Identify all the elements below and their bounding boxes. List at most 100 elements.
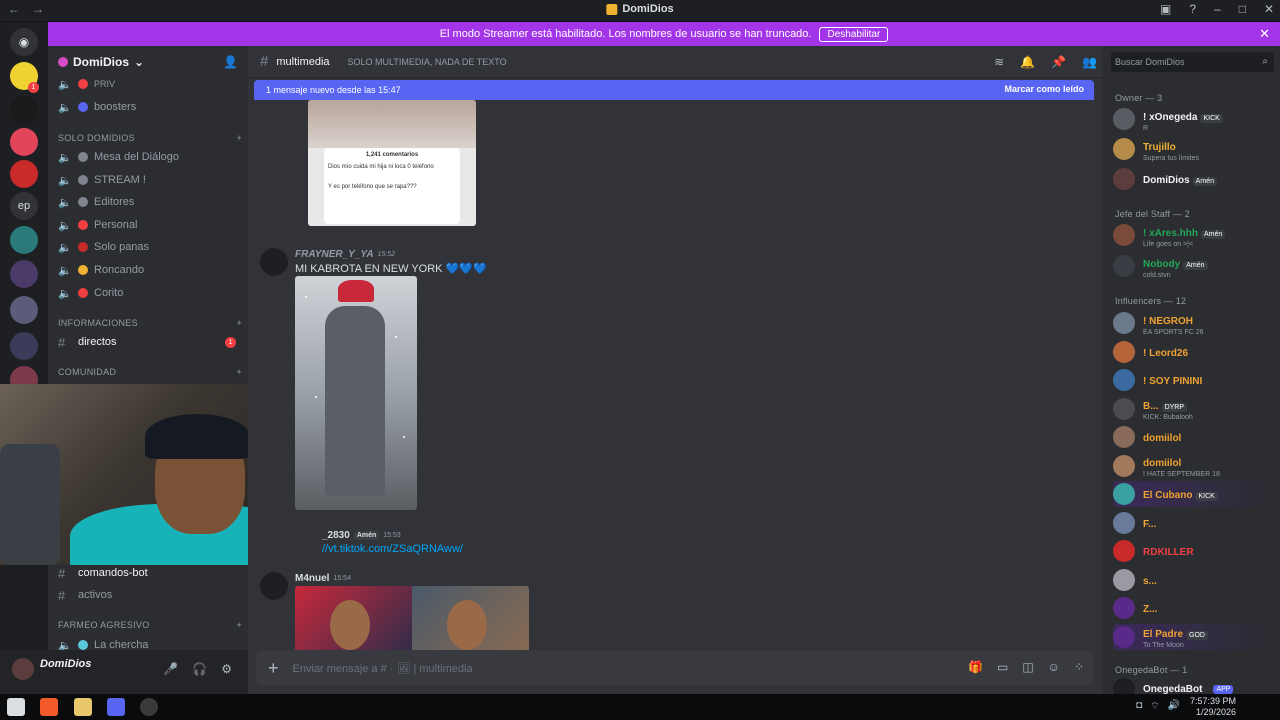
threads-icon[interactable]: ≋ — [994, 55, 1004, 69]
channel-solo-panas[interactable]: 🔈 Solo panas — [58, 237, 242, 257]
apps-icon[interactable]: ⁘ — [1074, 660, 1084, 674]
tiktok-link[interactable]: //vt.tiktok.com/ZSaQRNAww/ — [322, 543, 463, 555]
member-name-line: ! xAres.hhh Amén — [1143, 223, 1226, 241]
sticker-icon[interactable]: ◫ — [1022, 660, 1033, 674]
gif-icon[interactable]: ▭ — [997, 660, 1008, 674]
server-icon[interactable] — [10, 128, 38, 156]
microphone-icon[interactable]: 🎤 — [163, 662, 178, 676]
windows-start-icon[interactable] — [7, 698, 25, 716]
member-row[interactable]: ! xAres.hhh Amén Life goes on >|< — [1113, 222, 1275, 248]
add-user-icon[interactable]: 👤 — [223, 55, 238, 69]
member-bot[interactable]: OnegedaBot APP — [1113, 676, 1275, 694]
message-input[interactable]: Enviar mensaje a # · 🖼 | multimedia — [293, 662, 473, 675]
attachment-image-1[interactable]: 1,241 comentarios Dios mío cuida mi hija… — [308, 100, 476, 226]
channel-directos[interactable]: # directos — [58, 332, 242, 352]
message-author[interactable]: M4nuel 15:54 — [295, 573, 351, 584]
add-attachment-icon[interactable]: + — [268, 658, 279, 679]
add-channel-icon[interactable]: + — [236, 133, 242, 147]
disable-streamer-button[interactable]: Deshabilitar — [819, 26, 889, 42]
member-row[interactable]: domiilol — [1113, 424, 1275, 450]
message-composer[interactable]: + Enviar mensaje a # · 🖼 | multimedia 🎁 … — [256, 650, 1094, 686]
inbox-icon[interactable]: ▣ — [1160, 2, 1171, 16]
channel-activos[interactable]: # activos — [58, 585, 242, 605]
system-clock[interactable]: 7:57:39 PM 1/29/2026 — [1190, 696, 1236, 718]
brave-browser-icon[interactable] — [40, 698, 58, 716]
discord-taskbar-icon[interactable] — [107, 698, 125, 716]
member-row[interactable]: Z... — [1113, 595, 1275, 621]
category-solo-domidios[interactable]: SOLO DOMIDIOS + — [58, 133, 242, 147]
member-row[interactable]: Trujillo Supera tus límites — [1113, 136, 1275, 162]
channel-corito[interactable]: 🔈 Corito — [58, 283, 242, 303]
avatar[interactable] — [12, 658, 34, 680]
channel-comandos-bot[interactable]: # comandos-bot — [58, 563, 242, 583]
member-row[interactable]: B... DYRP KICK: Bubalooh — [1113, 396, 1275, 422]
server-icon-ep[interactable]: ep — [10, 192, 38, 220]
message-author[interactable]: FRAYNER_Y_YA 15:52 — [295, 249, 395, 260]
message-author[interactable]: _2830 Amén 15:53 — [322, 530, 401, 541]
new-messages-bar[interactable]: 1 mensaje nuevo desde las 15:47 Marcar c… — [254, 80, 1094, 100]
avatar[interactable] — [260, 248, 288, 276]
member-row[interactable]: El Cubano KICK — [1113, 481, 1275, 507]
server-icon[interactable] — [10, 332, 38, 360]
member-row[interactable]: Nobody Amén cold.stvn — [1113, 253, 1275, 279]
gift-icon[interactable]: 🎁 — [968, 660, 983, 674]
member-row[interactable]: F... — [1113, 510, 1275, 536]
add-channel-icon[interactable]: + — [236, 367, 242, 381]
channel-stream[interactable]: 🔈 STREAM ! — [58, 170, 242, 190]
channel-boosters[interactable]: 🔈 boosters — [58, 97, 242, 117]
headphones-icon[interactable]: 🎧 — [192, 662, 207, 676]
file-explorer-icon[interactable] — [74, 698, 92, 716]
bell-icon[interactable]: 🔔 — [1020, 55, 1035, 69]
member-row[interactable]: ! SOY PININI — [1113, 367, 1275, 393]
avatar[interactable] — [260, 572, 288, 600]
attachment-image-3[interactable] — [295, 586, 529, 656]
wifi-icon[interactable]: ⌔ — [1150, 700, 1159, 713]
obs-icon[interactable] — [140, 698, 158, 716]
server-icon[interactable] — [10, 226, 38, 254]
discord-home-icon[interactable]: ◉ — [10, 28, 38, 56]
channel-priv[interactable]: 🔈 PRIV — [58, 74, 242, 94]
channel-topic[interactable]: SOLO MULTIMEDIA, NADA DE TEXTO — [348, 57, 507, 67]
add-channel-icon[interactable]: + — [236, 620, 242, 634]
member-row[interactable]: domiilol I HATE SEPTEMBER 18 — [1113, 453, 1275, 479]
channel-la-chercha[interactable]: 🔈 La chercha — [58, 635, 242, 650]
member-row[interactable]: DomiDios Amén — [1113, 166, 1275, 192]
pin-icon[interactable]: 📌 — [1051, 55, 1066, 69]
tray-icon[interactable]: ◘ — [1136, 700, 1142, 713]
category-farmeo[interactable]: FARMEO AGRESIVO + — [58, 620, 242, 634]
back-icon[interactable]: ← — [8, 2, 20, 16]
attachment-image-2[interactable] — [295, 276, 417, 510]
minimize-icon[interactable]: – — [1214, 2, 1221, 16]
members-icon[interactable]: 👥 — [1082, 55, 1097, 69]
search-input[interactable]: Buscar DomiDios ⌕ — [1111, 52, 1274, 72]
server-icon[interactable] — [10, 160, 38, 188]
channel-roncando[interactable]: 🔈 Roncando — [58, 260, 242, 280]
channel-editores[interactable]: 🔈 Editores — [58, 192, 242, 212]
speaker-icon: 🔈 — [58, 639, 72, 651]
volume-icon[interactable]: 🔊 — [1168, 700, 1180, 713]
member-row[interactable]: ! NEGROH EA SPORTS FC 26 — [1113, 310, 1275, 336]
server-icon[interactable] — [10, 296, 38, 324]
channel-personal[interactable]: 🔈 Personal — [58, 215, 242, 235]
member-row[interactable]: ! xOnegeda KICK R — [1113, 106, 1275, 132]
maximize-icon[interactable]: □ — [1239, 2, 1246, 16]
category-informaciones[interactable]: INFORMACIONES + — [58, 318, 242, 332]
add-channel-icon[interactable]: + — [236, 318, 242, 332]
forward-icon[interactable]: → — [32, 2, 44, 16]
server-icon[interactable] — [10, 96, 38, 124]
server-icon[interactable] — [10, 260, 38, 288]
mark-as-read-button[interactable]: Marcar como leído — [1004, 84, 1084, 94]
close-window-icon[interactable]: ✕ — [1264, 2, 1274, 16]
channel-mesa[interactable]: 🔈 Mesa del Diálogo — [58, 147, 242, 167]
member-row[interactable]: El Padre GOD To The Moon — [1113, 623, 1275, 650]
category-comunidad[interactable]: COMUNIDAD + — [58, 367, 242, 381]
member-row[interactable]: RDKILLER — [1113, 538, 1275, 564]
settings-gear-icon[interactable]: ⚙ — [221, 662, 232, 676]
close-banner-icon[interactable]: ✕ — [1259, 26, 1270, 42]
snowflake — [403, 436, 405, 438]
help-icon[interactable]: ? — [1189, 2, 1196, 16]
member-name: El Cubano — [1143, 490, 1193, 501]
member-row[interactable]: s... — [1113, 567, 1275, 593]
emoji-icon[interactable]: ☺ — [1048, 660, 1060, 674]
member-row[interactable]: ! Leord26 — [1113, 339, 1275, 365]
